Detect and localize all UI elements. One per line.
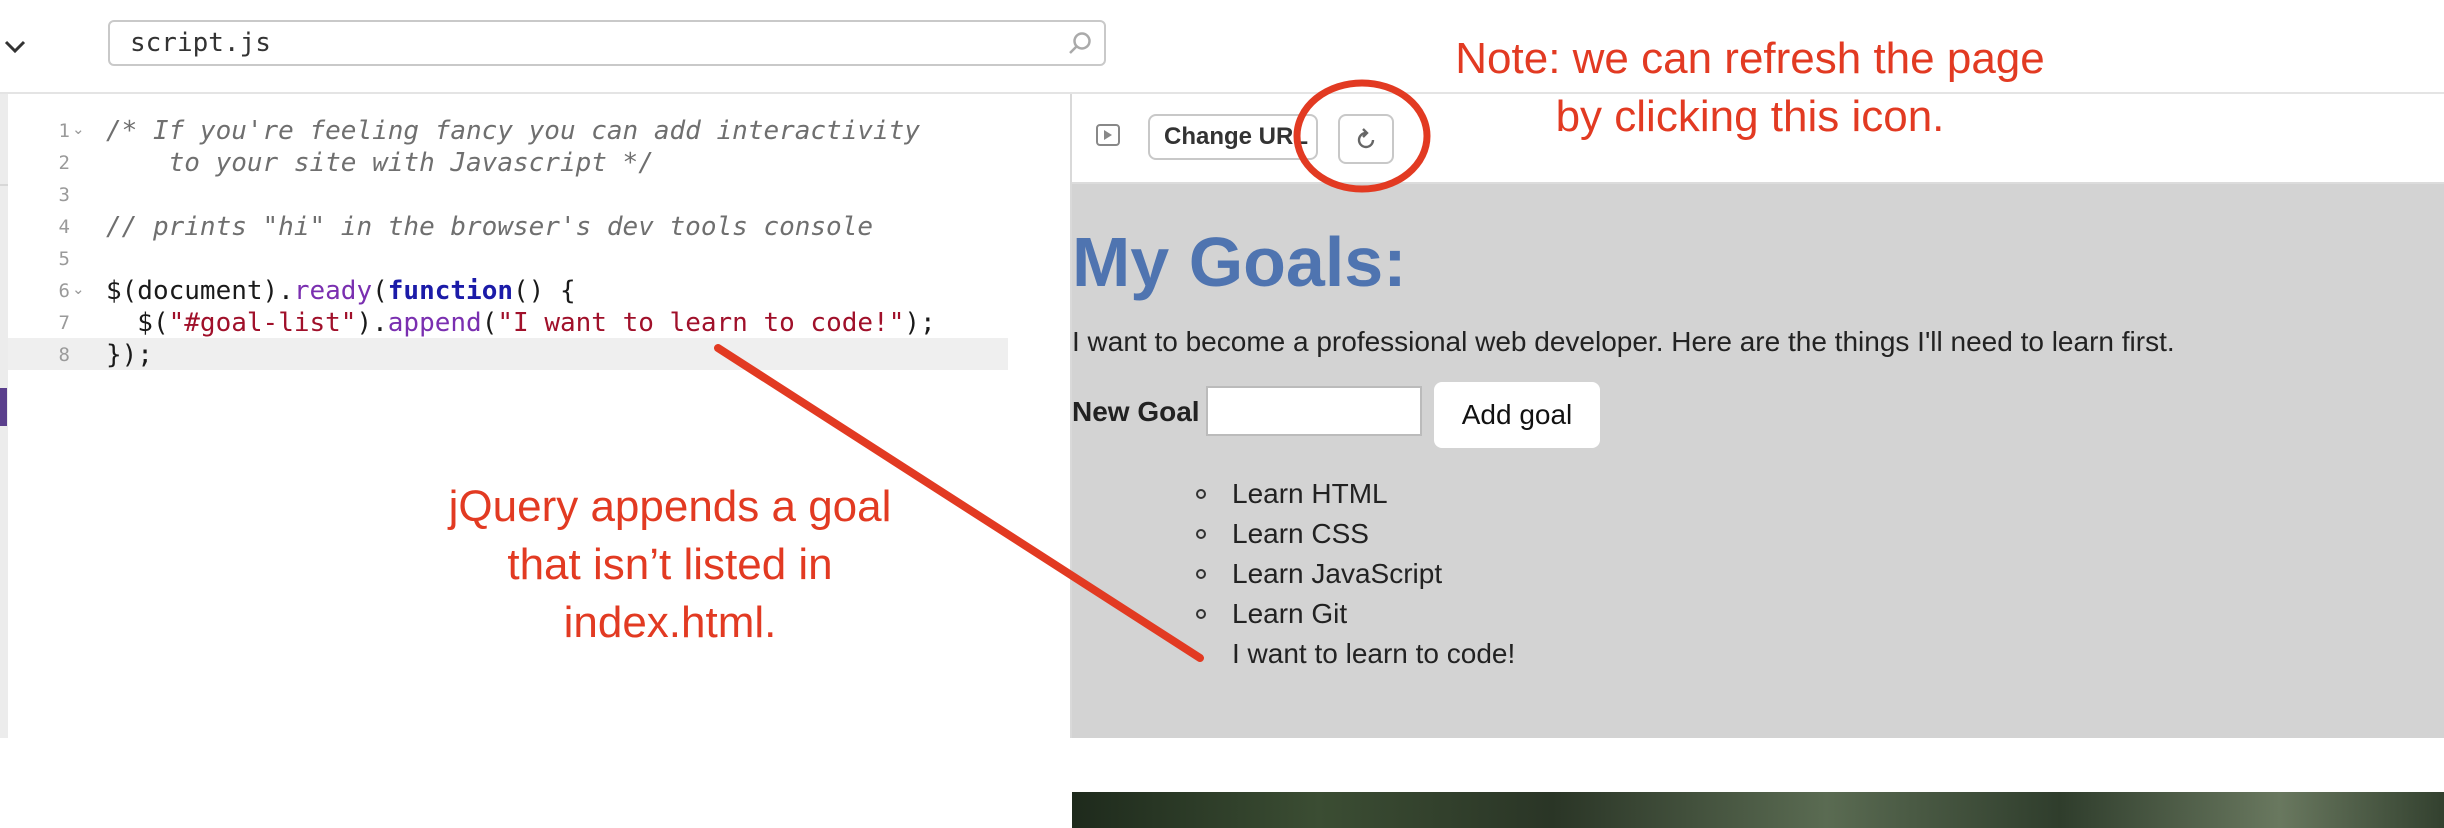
- list-item: Learn Git: [1072, 594, 1672, 634]
- list-item: Learn CSS: [1072, 514, 1672, 554]
- line-number: 1: [58, 120, 70, 142]
- refresh-annotation: Note: we can refresh the page by clickin…: [1340, 30, 2160, 146]
- goal-text: Learn CSS: [1232, 518, 1369, 549]
- annotation-line: index.html.: [563, 598, 777, 647]
- code-token: "I want to learn to code!": [497, 308, 905, 338]
- code-text: $(document).ready(function() {: [106, 276, 576, 306]
- code-line[interactable]: 3: [8, 178, 1008, 210]
- code-token: );: [904, 308, 936, 338]
- code-token: "#goal-list": [168, 308, 357, 338]
- preview-pane: Change URL My Goals: I want to become a …: [1072, 94, 2444, 828]
- code-text: });: [106, 340, 153, 370]
- code-line[interactable]: 7 $("#goal-list").append("I want to lear…: [8, 306, 1008, 338]
- sidebar-active-marker: [0, 388, 7, 426]
- sidebar-divider: [0, 184, 8, 186]
- goal-text: Learn JavaScript: [1232, 558, 1443, 589]
- code-line[interactable]: 4 // prints "hi" in the browser's dev to…: [8, 210, 1008, 242]
- search-icon[interactable]: [1066, 30, 1094, 58]
- add-goal-button[interactable]: Add goal: [1434, 382, 1600, 448]
- code-token: (: [372, 276, 388, 306]
- line-number: 8: [58, 344, 70, 366]
- code-line[interactable]: 5: [8, 242, 1008, 274]
- code-line[interactable]: 1 ⌄ /* If you're feeling fancy you can a…: [8, 114, 1008, 146]
- fold-chevron-icon[interactable]: ⌄: [72, 120, 85, 138]
- chevron-down-icon[interactable]: [4, 34, 26, 60]
- code-line[interactable]: 6 ⌄ $(document).ready(function() {: [8, 274, 1008, 306]
- new-goal-input[interactable]: [1206, 386, 1422, 436]
- bullet-icon: [1196, 529, 1206, 539]
- code-token: append: [387, 308, 482, 338]
- jquery-annotation: jQuery appends a goal that isn’t listed …: [380, 478, 960, 652]
- background-photo: [1072, 792, 2444, 828]
- list-item: Learn HTML: [1072, 474, 1672, 514]
- code-text: $("#goal-list").append("I want to learn …: [106, 308, 936, 338]
- code-token: $(: [106, 308, 169, 338]
- play-icon[interactable]: [1096, 124, 1120, 146]
- page-description: I want to become a professional web deve…: [1072, 326, 2175, 357]
- bullet-icon: [1196, 569, 1206, 579]
- page-title: My Goals:: [1072, 223, 1407, 301]
- bullet-icon: [1196, 489, 1206, 499]
- line-number: 6: [58, 280, 70, 302]
- code-text: /* If you're feeling fancy you can add i…: [106, 116, 920, 146]
- new-goal-label: New Goal: [1072, 396, 1200, 427]
- annotation-line: Note: we can refresh the page: [1455, 34, 2045, 83]
- line-number: 4: [58, 216, 70, 238]
- line-number: 5: [58, 248, 70, 270]
- code-line[interactable]: 2 to your site with Javascript */: [8, 146, 1008, 178]
- annotation-line: by clicking this icon.: [1555, 92, 1945, 141]
- line-number: 2: [58, 152, 70, 174]
- code-line-active[interactable]: 8 });: [8, 338, 1008, 370]
- code-token: ready: [293, 276, 373, 306]
- code-token: ).: [356, 308, 388, 338]
- annotation-line: that isn’t listed in: [507, 540, 833, 589]
- list-item: Learn JavaScript: [1072, 554, 1672, 594]
- code-token: function: [387, 276, 514, 306]
- goal-text: Learn HTML: [1232, 478, 1388, 509]
- code-token: $(document).: [106, 276, 294, 306]
- code-text: // prints "hi" in the browser's dev tool…: [106, 212, 874, 242]
- file-search-box[interactable]: [108, 20, 1106, 66]
- line-number: 3: [58, 184, 70, 206]
- line-number: 7: [58, 312, 70, 334]
- fold-chevron-icon[interactable]: ⌄: [72, 280, 85, 298]
- goal-text: I want to learn to code!: [1232, 638, 1516, 669]
- annotation-line: jQuery appends a goal: [448, 482, 892, 531]
- code-text: to your site with Javascript */: [106, 148, 654, 178]
- rendered-page: My Goals: I want to become a professiona…: [1072, 184, 2444, 828]
- bullet-icon: [1196, 609, 1206, 619]
- goal-list: Learn HTML Learn CSS Learn JavaScript Le…: [1072, 474, 1672, 674]
- goal-text: Learn Git: [1232, 598, 1348, 629]
- code-token: () {: [513, 276, 576, 306]
- code-token: (: [481, 308, 498, 338]
- change-url-button[interactable]: Change URL: [1148, 114, 1318, 160]
- file-search-input[interactable]: [130, 28, 1030, 58]
- list-item: I want to learn to code!: [1072, 634, 1672, 674]
